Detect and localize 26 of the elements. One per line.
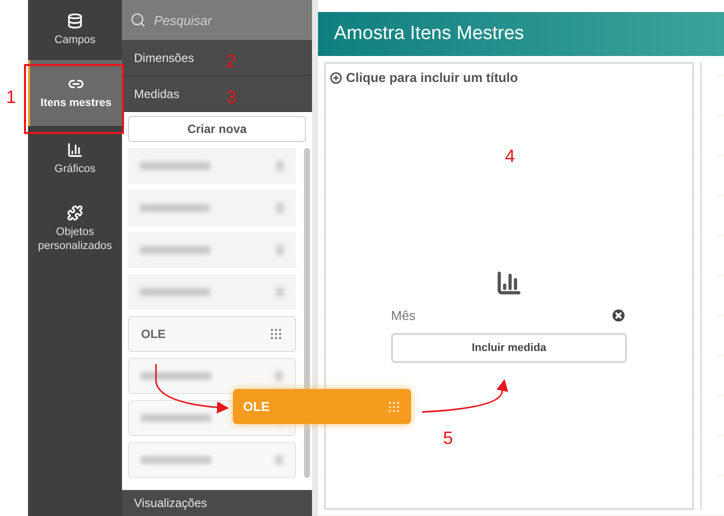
annotation-number: 4 xyxy=(505,145,516,168)
search-icon xyxy=(130,12,146,28)
sidebar-item[interactable]: Itens mestres xyxy=(28,60,122,126)
remove-icon[interactable] xyxy=(610,306,627,324)
add-title-button[interactable]: Clique para incluir um título xyxy=(330,68,688,88)
dimension-label: Mês xyxy=(391,306,416,324)
annotation-number: 3 xyxy=(226,86,236,109)
search-field[interactable]: Pesquisar xyxy=(122,0,312,40)
section-header[interactable]: Visualizações xyxy=(122,490,312,516)
annotation-number: 5 xyxy=(443,427,454,450)
annotation-number: 2 xyxy=(226,50,236,73)
sidebar-item[interactable]: Gráficos xyxy=(28,126,122,192)
sidebar-item[interactable]: Objetos personalizados xyxy=(28,192,122,266)
create-new-button[interactable]: Criar nova xyxy=(128,116,306,142)
list-item[interactable]: OLE xyxy=(128,316,296,352)
database-icon xyxy=(67,13,83,29)
sheet-header: Amostra Itens Mestres xyxy=(318,12,724,56)
plus-icon xyxy=(330,72,342,84)
drag-handle-icon xyxy=(387,400,401,414)
add-measure-button[interactable]: Incluir medida xyxy=(391,333,627,363)
bar-chart-icon xyxy=(496,270,522,296)
drag-handle-icon[interactable] xyxy=(269,327,283,341)
sidebar-item[interactable]: Campos xyxy=(28,0,122,60)
chart-icon xyxy=(67,142,83,158)
puzzle-icon xyxy=(67,205,83,221)
annotation-number: 1 xyxy=(6,86,16,109)
